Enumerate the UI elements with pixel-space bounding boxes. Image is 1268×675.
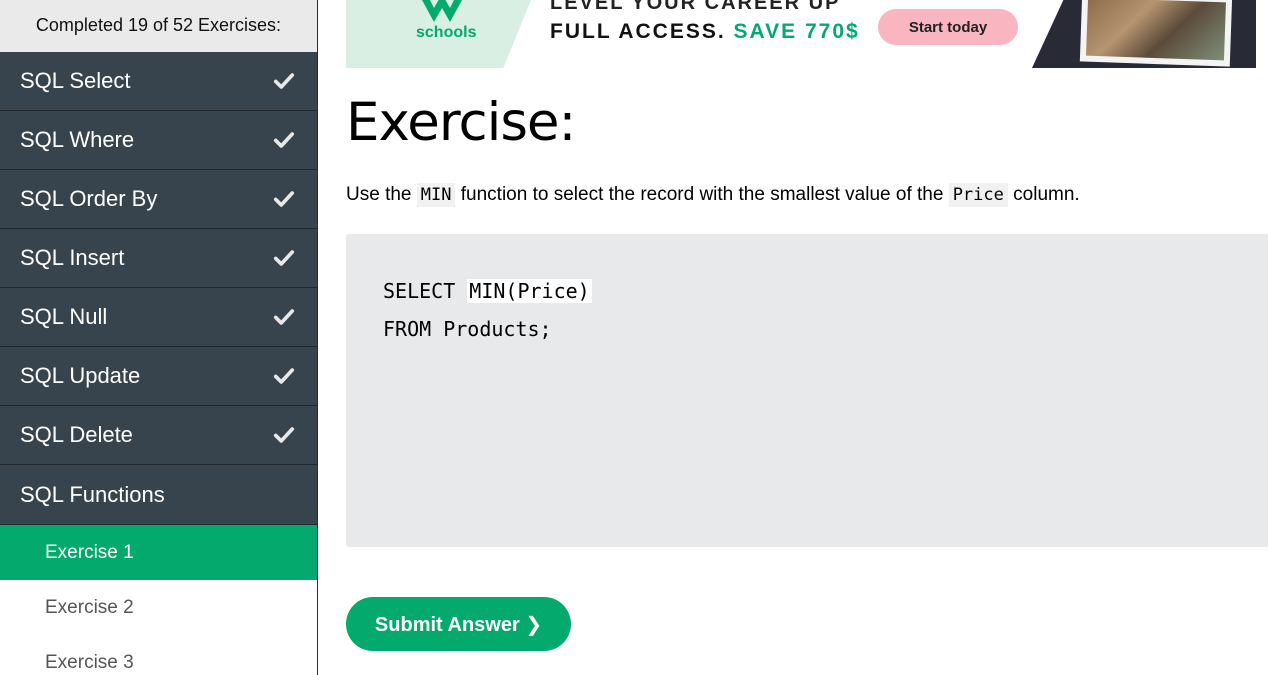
sidebar-topic-label: SQL Order By <box>20 186 158 211</box>
sidebar-topic-label: SQL Insert <box>20 245 125 270</box>
sidebar-topic-sql-order-by[interactable]: SQL Order By <box>0 170 317 229</box>
sidebar-topic-label: SQL Functions <box>20 481 165 507</box>
sidebar-topic-sql-null[interactable]: SQL Null <box>0 288 317 347</box>
code-line-1: SELECT MIN(Price) <box>383 279 592 303</box>
page: Completed 19 of 52 Exercises: SQL Select… <box>0 0 1268 675</box>
sidebar-exercise-3[interactable]: Exercise 3 <box>0 635 317 675</box>
progress-text: Completed 19 of 52 Exercises: <box>0 0 317 52</box>
checkmark-icon <box>273 250 295 266</box>
instruction-code-price: Price <box>948 183 1008 207</box>
sidebar-topic-sql-delete[interactable]: SQL Delete <box>0 406 317 465</box>
sidebar-topic-label: SQL Delete <box>20 422 133 447</box>
instruction-text: function to select the record with the s… <box>455 184 949 205</box>
sidebar: Completed 19 of 52 Exercises: SQL Select… <box>0 0 318 675</box>
sidebar-topic-sql-select[interactable]: SQL Select <box>0 52 317 111</box>
sidebar-exercise-1[interactable]: Exercise 1 <box>0 525 317 580</box>
page-title: Exercise: <box>346 92 576 153</box>
banner-headline-prefix: FULL ACCESS. <box>550 20 726 43</box>
sidebar-exercise-2[interactable]: Exercise 2 <box>0 580 317 635</box>
sidebar-topic-label: SQL Where <box>20 127 135 152</box>
main-content: schools LEVEL YOUR CAREER UP FULL ACCESS… <box>346 0 1268 675</box>
exercise-instruction: Use the MIN function to select the recor… <box>346 183 1080 207</box>
banner-headline: FULL ACCESS. SAVE 770$ <box>550 20 860 44</box>
banner-brand-text: schools <box>416 24 477 41</box>
instruction-code-min: MIN <box>416 183 456 207</box>
sidebar-topic-sql-functions[interactable]: SQL Functions <box>0 465 317 525</box>
checkmark-icon <box>273 368 295 384</box>
banner-photo <box>1079 0 1233 67</box>
code-keyword-select: SELECT <box>383 279 468 303</box>
sidebar-topic-sql-where[interactable]: SQL Where <box>0 111 317 170</box>
checkmark-icon <box>273 427 295 443</box>
sidebar-topic-label: SQL Null <box>20 304 108 329</box>
sidebar-topic-label: SQL Update <box>20 363 141 388</box>
checkmark-icon <box>273 132 295 148</box>
checkmark-icon <box>273 191 295 207</box>
sidebar-topic-sql-insert[interactable]: SQL Insert <box>0 229 317 288</box>
answer-input[interactable]: MIN(Price) <box>467 279 592 303</box>
banner-photo-image <box>1086 0 1226 61</box>
banner-partial-text: LEVEL YOUR CAREER UP <box>550 0 841 14</box>
code-line-2: FROM Products; <box>383 317 552 341</box>
instruction-text: column. <box>1007 184 1080 205</box>
banner-headline-save: SAVE 770$ <box>733 20 860 43</box>
ad-banner[interactable]: schools LEVEL YOUR CAREER UP FULL ACCESS… <box>346 0 1256 68</box>
sidebar-topic-sql-update[interactable]: SQL Update <box>0 347 317 406</box>
code-editor: SELECT MIN(Price) FROM Products; <box>346 234 1268 547</box>
sidebar-topic-label: SQL Select <box>20 68 131 93</box>
start-today-button[interactable]: Start today <box>878 9 1018 45</box>
checkmark-icon <box>273 73 295 89</box>
instruction-text: Use the <box>346 184 417 205</box>
w3schools-logo-icon <box>422 0 462 22</box>
checkmark-icon <box>273 309 295 325</box>
submit-answer-button[interactable]: Submit Answer ❯ <box>346 597 571 651</box>
